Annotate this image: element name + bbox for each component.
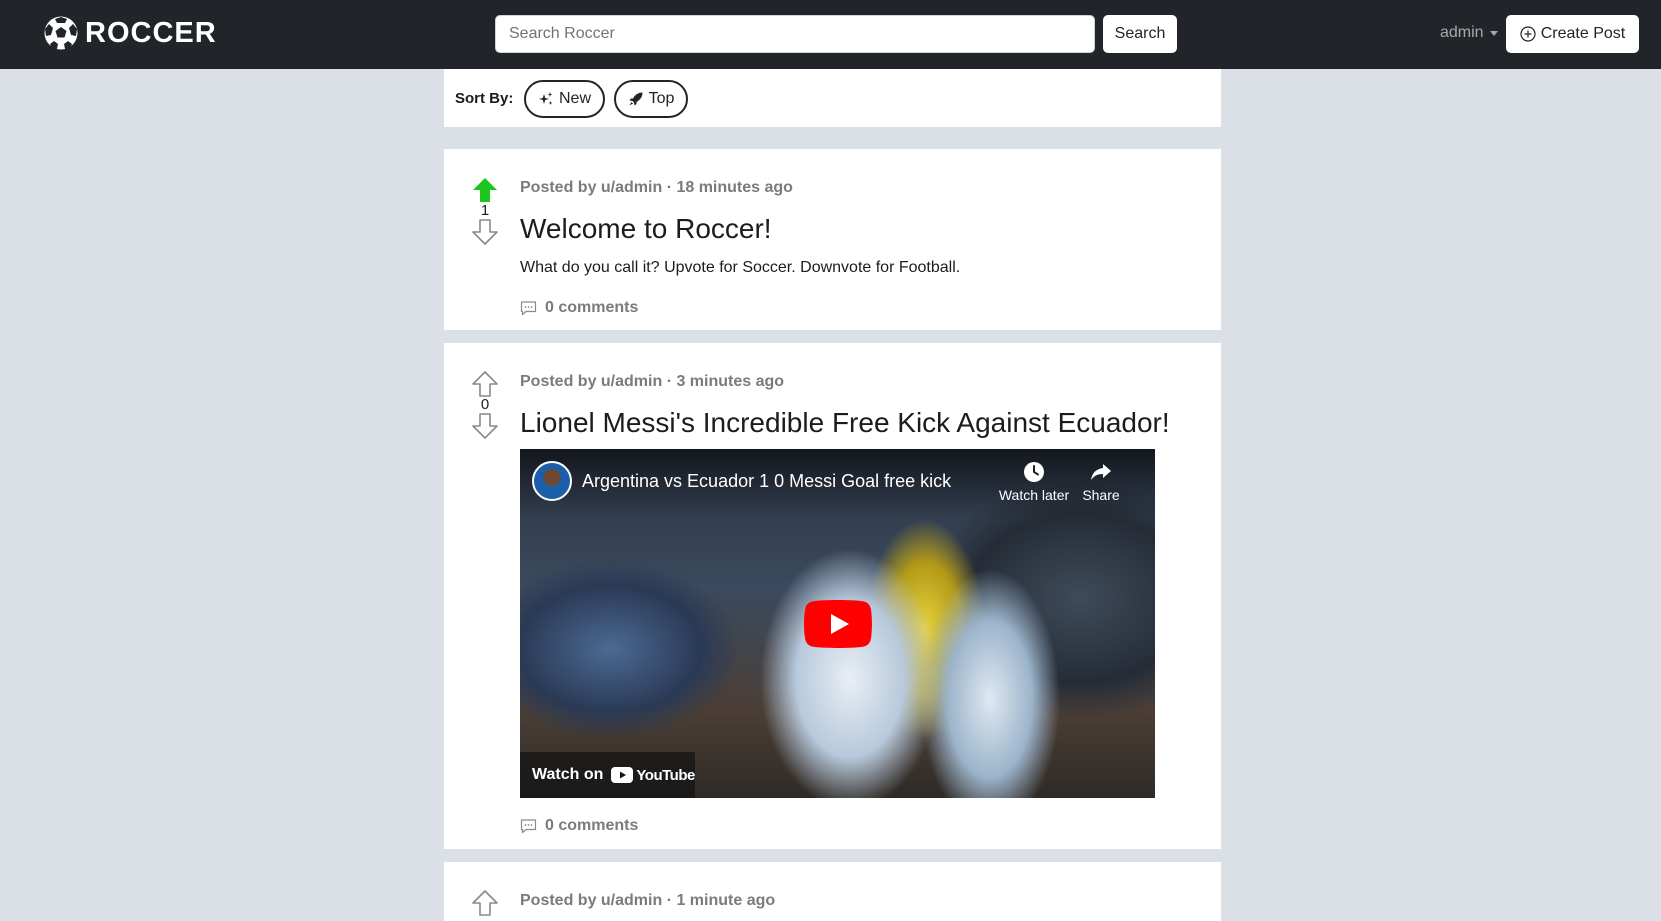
soccer-ball-icon	[44, 16, 78, 50]
watch-later-button[interactable]: Watch later	[994, 461, 1074, 503]
navbar: ROCCER Search admin Create Post	[0, 0, 1661, 69]
post-title[interactable]: Welcome to Roccer!	[520, 213, 772, 245]
share-button[interactable]: Share	[1076, 461, 1126, 503]
youtube-play-icon	[611, 767, 634, 783]
post-meta: Posted by u/admin · 18 minutes ago	[520, 179, 793, 196]
post-meta: Posted by u/admin · 3 minutes ago	[520, 373, 785, 390]
watch-on-label: Watch on	[532, 766, 604, 783]
vote-count: 0	[480, 396, 490, 413]
sort-label: Sort By:	[455, 90, 514, 107]
comment-icon	[520, 819, 537, 834]
vote-count: 1	[480, 202, 490, 219]
post-body: What do you call it? Upvote for Soccer. …	[520, 259, 961, 276]
comment-icon	[520, 301, 537, 316]
upvote-arrow-icon[interactable]	[470, 371, 500, 397]
vote-column: 1	[470, 177, 500, 245]
upvote-arrow-icon[interactable]	[470, 177, 500, 203]
post-card[interactable]: Posted by u/admin · 1 minute ago	[444, 862, 1221, 921]
youtube-embed[interactable]: Argentina vs Ecuador 1 0 Messi Goal free…	[520, 449, 1155, 798]
video-title[interactable]: Argentina vs Ecuador 1 0 Messi Goal free…	[582, 471, 951, 492]
watch-later-label: Watch later	[998, 487, 1070, 503]
share-label: Share	[1082, 487, 1120, 503]
sparkles-icon	[538, 92, 553, 105]
create-post-button[interactable]: Create Post	[1506, 15, 1639, 53]
post-title[interactable]: Lionel Messi's Incredible Free Kick Agai…	[520, 407, 1170, 439]
caret-down-icon	[1489, 30, 1498, 36]
comments-count: 0 comments	[545, 299, 639, 316]
youtube-wordmark: YouTube	[636, 766, 695, 784]
vote-column	[470, 890, 500, 916]
comments-link[interactable]: 0 comments	[520, 817, 638, 835]
share-arrow-icon	[1091, 464, 1111, 480]
downvote-arrow-icon[interactable]	[470, 219, 500, 245]
play-button-icon[interactable]	[804, 600, 872, 648]
brand-name: ROCCER	[85, 17, 217, 49]
search-input[interactable]	[495, 15, 1095, 53]
sort-new-button[interactable]: New	[524, 80, 605, 118]
rocket-icon	[629, 92, 643, 106]
user-menu[interactable]: admin	[1440, 24, 1498, 42]
channel-avatar[interactable]	[532, 461, 572, 501]
username: admin	[1440, 24, 1484, 41]
post-card[interactable]: 0 Posted by u/admin · 3 minutes ago Lion…	[444, 343, 1221, 849]
comments-count: 0 comments	[545, 817, 639, 834]
search-button[interactable]: Search	[1103, 15, 1177, 53]
plus-circle-icon	[1520, 26, 1536, 42]
post-card[interactable]: 1 Posted by u/admin · 18 minutes ago Wel…	[444, 149, 1221, 330]
watch-on-youtube-button[interactable]: Watch on YouTube	[520, 752, 695, 798]
sort-bar: Sort By: New Top	[444, 69, 1221, 127]
downvote-arrow-icon[interactable]	[470, 413, 500, 439]
clock-icon	[1024, 462, 1044, 482]
sort-top-label: Top	[648, 90, 675, 107]
brand[interactable]: ROCCER	[43, 15, 217, 51]
create-post-label: Create Post	[1540, 25, 1626, 42]
sort-new-label: New	[558, 90, 591, 107]
upvote-arrow-icon[interactable]	[470, 890, 500, 916]
vote-column: 0	[470, 371, 500, 439]
post-meta: Posted by u/admin · 1 minute ago	[520, 892, 776, 909]
comments-link[interactable]: 0 comments	[520, 299, 638, 317]
sort-top-button[interactable]: Top	[614, 80, 688, 118]
youtube-logo: YouTube	[611, 766, 695, 784]
